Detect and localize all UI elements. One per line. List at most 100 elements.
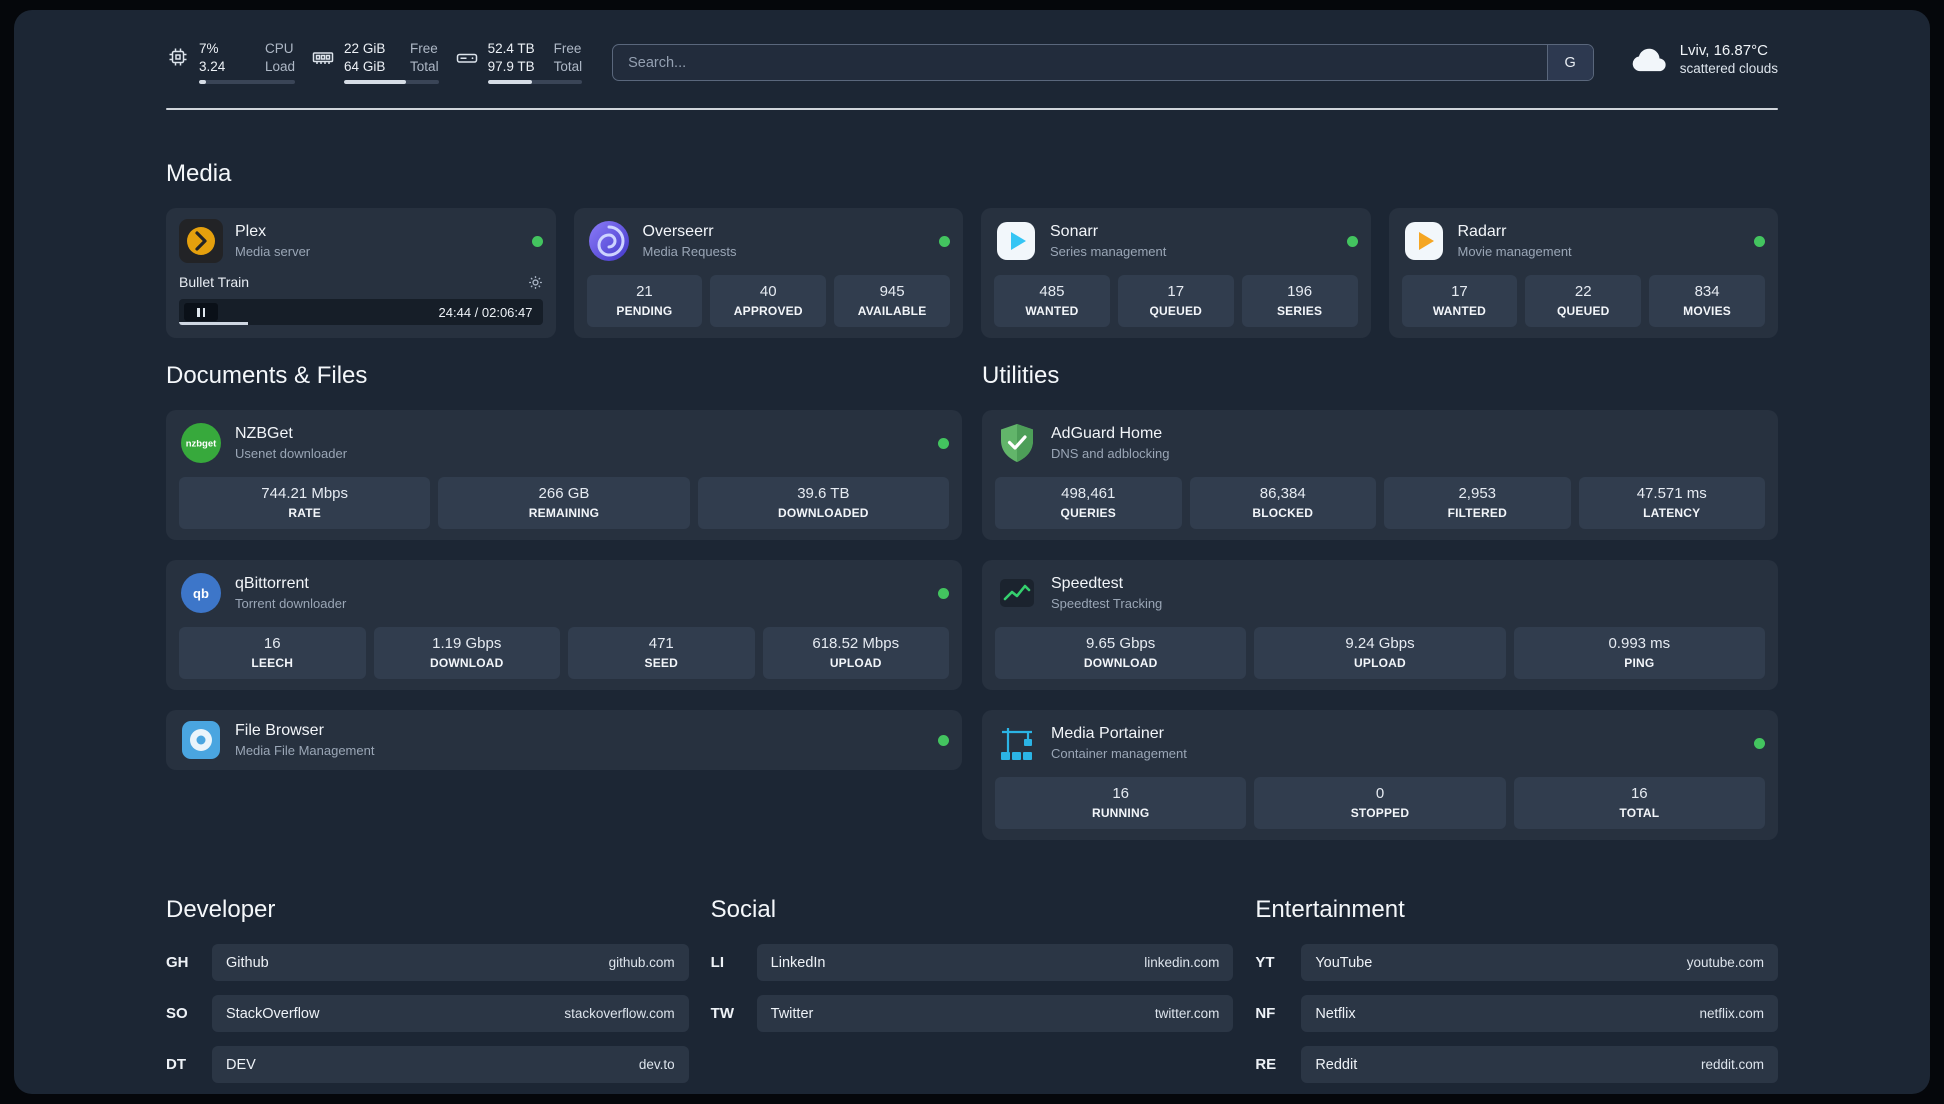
app-subtitle: Media File Management	[235, 743, 375, 759]
status-dot	[1346, 235, 1358, 247]
radarr-icon	[1402, 219, 1446, 263]
bookmark-link-linkedin[interactable]: LinkedIn linkedin.com	[756, 944, 1234, 982]
utilities-column: Utilities AdGuard Home DNS and adblockin…	[982, 362, 1778, 841]
media-grid: Plex Media server Bullet Train 24:44 / 0…	[166, 208, 1778, 339]
stat-tile-available: 945 AVAILABLE	[834, 275, 950, 328]
pause-button[interactable]	[184, 303, 218, 322]
status-dot	[1754, 235, 1765, 247]
weather-location: Lviv, 16.87°C	[1679, 42, 1768, 59]
memory-icon	[311, 40, 335, 69]
plex-player-bar: 24:44 / 02:06:47	[179, 299, 543, 326]
storage-icon	[455, 40, 479, 69]
status-dot	[938, 734, 949, 746]
status-dot	[531, 235, 543, 247]
bookmark-row-youtube: YT YouTube youtube.com	[1255, 944, 1778, 982]
playback-progress-bar[interactable]	[179, 322, 543, 326]
app-card-filebrowser[interactable]: File Browser Media File Management	[166, 710, 962, 771]
search-engine-button[interactable]: G	[1546, 45, 1593, 80]
bookmark-link-netflix[interactable]: Netflix netflix.com	[1301, 995, 1778, 1033]
app-card-qbittorrent[interactable]: qb qBittorrent Torrent downloader 16 LEE…	[166, 560, 962, 691]
bookmark-abbr: RE	[1255, 1056, 1277, 1074]
cloud-icon	[1630, 45, 1668, 73]
stat-tile-remaining: 266 GB REMAINING	[438, 477, 690, 530]
stat-tile-approved: 40 APPROVED	[710, 275, 827, 328]
cpu-progress-bar	[199, 80, 296, 85]
bookmark-abbr: SO	[166, 1005, 188, 1023]
stat-tile-blocked: 86,384 BLOCKED	[1189, 477, 1376, 530]
cpu-load-label: Load	[265, 58, 296, 74]
cpu-usage-value: 7%	[199, 41, 219, 56]
stat-tile-stopped: 0 STOPPED	[1254, 777, 1506, 830]
overseerr-icon	[587, 219, 631, 263]
app-subtitle: Media Requests	[642, 244, 737, 260]
section-title-utilities: Utilities	[982, 362, 1060, 390]
stat-tile-pending: 21 PENDING	[586, 275, 703, 328]
storage-widget: 52.4 TB 97.9 TB Free Total	[455, 40, 583, 85]
app-subtitle: Series management	[1050, 244, 1167, 260]
bookmark-link-youtube[interactable]: YouTube youtube.com	[1301, 944, 1778, 982]
app-name: Overseerr	[642, 223, 714, 241]
app-card-radarr[interactable]: Radarr Movie management 17 WANTED 22 QUE…	[1388, 208, 1778, 339]
plex-icon	[179, 219, 223, 264]
app-card-plex[interactable]: Plex Media server Bullet Train 24:44 / 0…	[166, 208, 556, 339]
app-subtitle: Container management	[1051, 746, 1187, 762]
storage-total-value: 97.9 TB	[487, 58, 535, 74]
app-card-speedtest[interactable]: Speedtest Speedtest Tracking 9.65 Gbps D…	[982, 560, 1778, 691]
bookmark-link-dev[interactable]: DEV dev.to	[212, 1046, 689, 1084]
dashboard-panel: 7% 3.24 CPU Load 22 GiB 64 GiB Free Tota…	[14, 10, 1930, 1094]
stat-tile-movies: 834 MOVIES	[1649, 275, 1765, 328]
app-card-sonarr[interactable]: Sonarr Series management 485 WANTED 17 Q…	[981, 208, 1371, 339]
qbittorrent-icon: qb	[179, 571, 223, 615]
stat-tile-upload: 618.52 Mbps UPLOAD	[762, 627, 949, 680]
bookmark-link-twitter[interactable]: Twitter twitter.com	[756, 995, 1234, 1033]
portainer-icon	[995, 721, 1039, 765]
stat-tile-series: 196 SERIES	[1241, 275, 1358, 328]
app-card-portainer[interactable]: Media Portainer Container management 16 …	[982, 710, 1778, 841]
app-name: AdGuard Home	[1051, 425, 1163, 443]
app-subtitle: DNS and adblocking	[1051, 446, 1170, 462]
stat-tile-running: 16 RUNNING	[995, 777, 1247, 830]
speedtest-icon	[995, 571, 1039, 615]
app-card-overseerr[interactable]: Overseerr Media Requests 21 PENDING 40 A…	[573, 208, 963, 339]
gear-icon[interactable]	[528, 275, 543, 290]
bookmark-row-stackoverflow: SO StackOverflow stackoverflow.com	[166, 995, 689, 1033]
bookmark-abbr: LI	[710, 954, 724, 972]
search-input[interactable]	[613, 45, 1547, 80]
bookmark-link-github[interactable]: Github github.com	[212, 944, 689, 982]
search-bar: G	[612, 44, 1594, 81]
bookmark-abbr: YT	[1255, 954, 1275, 972]
stat-tile-leech: 16 LEECH	[179, 627, 366, 680]
sonarr-icon	[994, 219, 1038, 263]
bookmark-abbr: GH	[166, 954, 189, 972]
stat-tile-rate: 744.21 Mbps RATE	[179, 477, 431, 530]
section-title-social: Social	[710, 896, 777, 924]
adguard-icon	[995, 421, 1039, 465]
bookmark-group-entertainment: Entertainment YT YouTube youtube.com NF …	[1255, 896, 1778, 1094]
svg-text:qb: qb	[193, 586, 209, 601]
stat-tile-download: 1.19 Gbps DOWNLOAD	[373, 627, 560, 680]
app-subtitle: Speedtest Tracking	[1051, 596, 1163, 612]
bookmark-row-github: GH Github github.com	[166, 944, 689, 982]
app-name: Media Portainer	[1051, 725, 1164, 743]
bookmark-row-reddit: RE Reddit reddit.com	[1255, 1046, 1778, 1084]
memory-total-value: 64 GiB	[344, 58, 386, 74]
bookmark-link-stackoverflow[interactable]: StackOverflow stackoverflow.com	[212, 995, 689, 1033]
cpu-icon	[166, 40, 190, 69]
stat-tile-downloaded: 39.6 TB DOWNLOADED	[697, 477, 949, 530]
weather-widget: Lviv, 16.87°C scattered clouds	[1630, 42, 1778, 76]
stat-tile-wanted: 485 WANTED	[994, 275, 1110, 328]
bookmark-abbr: TW	[710, 1005, 734, 1023]
app-name: qBittorrent	[235, 575, 309, 593]
app-name: Plex	[235, 223, 267, 241]
app-subtitle: Torrent downloader	[235, 596, 347, 612]
cpu-widget: 7% 3.24 CPU Load	[166, 40, 296, 85]
memory-free-label: Free	[410, 41, 438, 56]
stat-tile-ping: 0.993 ms PING	[1513, 627, 1765, 680]
now-playing-title: Bullet Train	[179, 274, 250, 291]
app-name: File Browser	[235, 722, 324, 740]
storage-free-value: 52.4 TB	[487, 41, 535, 56]
status-dot	[1754, 737, 1765, 749]
app-card-nzbget[interactable]: nzbget NZBGet Usenet downloader 744.21 M…	[166, 410, 962, 541]
bookmark-link-reddit[interactable]: Reddit reddit.com	[1301, 1046, 1778, 1084]
app-card-adguard[interactable]: AdGuard Home DNS and adblocking 498,461 …	[982, 410, 1778, 541]
